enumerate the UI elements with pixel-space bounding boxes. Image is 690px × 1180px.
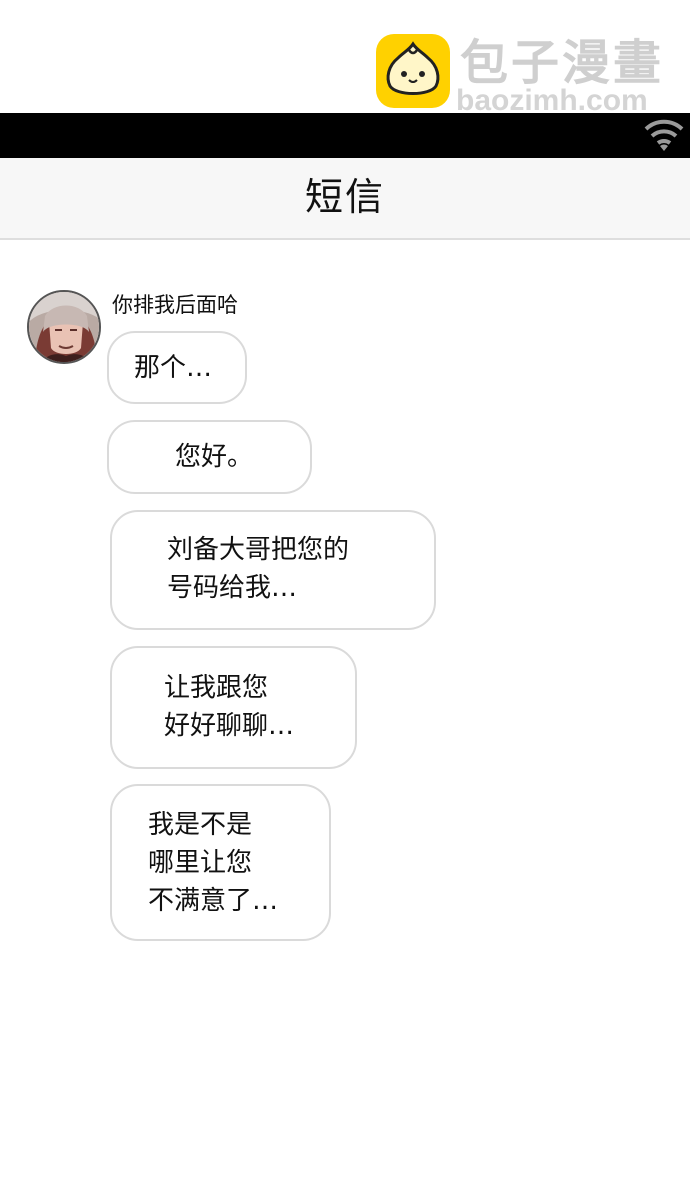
app-header: 短信 bbox=[0, 158, 690, 240]
message-bubble[interactable]: 您好。 bbox=[107, 420, 312, 494]
message-text: 那个… bbox=[134, 353, 213, 383]
message-text: 让我跟您 好好聊聊… bbox=[164, 673, 295, 741]
watermark: 包子漫畫 baozimh.com bbox=[376, 34, 676, 117]
message-text: 我是不是 哪里让您 不满意了… bbox=[148, 810, 279, 916]
message-text: 您好。 bbox=[175, 442, 254, 472]
message-text: 刘备大哥把您的 号码给我… bbox=[167, 535, 350, 603]
bun-mascot-icon bbox=[376, 34, 450, 108]
watermark-url: baozimh.com bbox=[456, 84, 648, 117]
sender-name: 你排我后面哈 bbox=[112, 293, 238, 317]
wifi-icon bbox=[644, 117, 684, 157]
watermark-title: 包子漫畫 bbox=[460, 35, 665, 91]
page-title: 短信 bbox=[304, 175, 385, 219]
status-bar bbox=[0, 113, 690, 158]
message-bubble[interactable]: 我是不是 哪里让您 不满意了… bbox=[110, 784, 331, 941]
message-bubble[interactable]: 那个… bbox=[107, 331, 247, 404]
contact-avatar[interactable] bbox=[27, 290, 101, 364]
message-bubble[interactable]: 刘备大哥把您的 号码给我… bbox=[110, 510, 436, 630]
message-bubble[interactable]: 让我跟您 好好聊聊… bbox=[110, 646, 357, 769]
